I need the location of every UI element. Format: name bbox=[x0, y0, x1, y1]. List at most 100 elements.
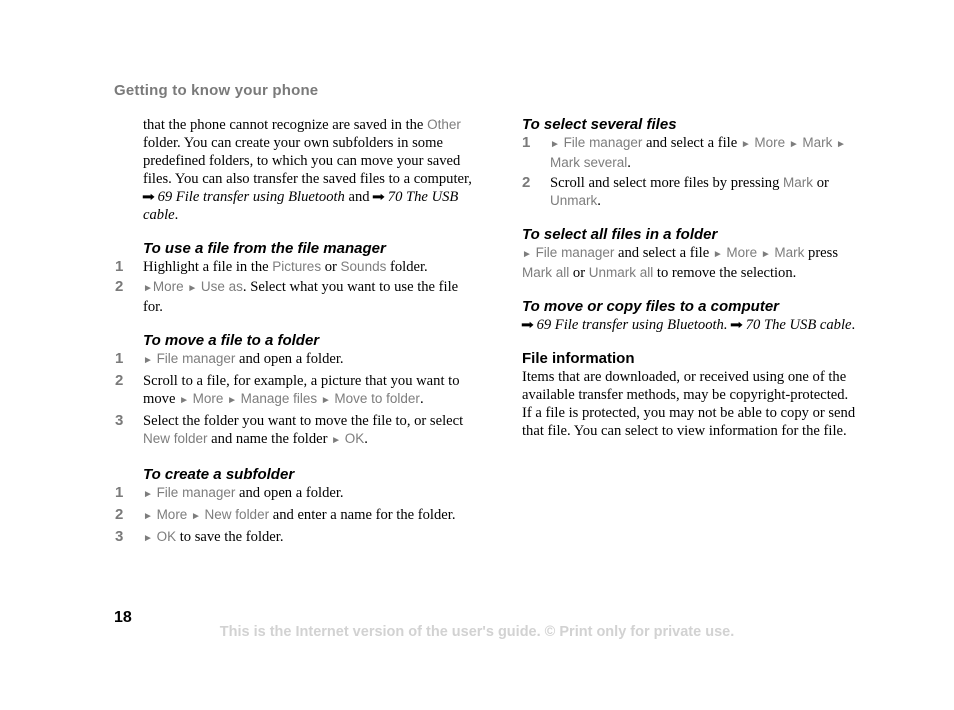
menu-term: File manager bbox=[535, 245, 615, 260]
text: or bbox=[569, 265, 589, 281]
intro-paragraph: that the phone cannot recognize are save… bbox=[141, 116, 478, 224]
menu-term: File manager bbox=[156, 485, 236, 500]
triangle-right-icon: ► bbox=[143, 283, 153, 294]
section-title: To move or copy files to a computer bbox=[522, 298, 779, 315]
triangle-right-icon: ► bbox=[227, 395, 237, 406]
menu-term: OK bbox=[156, 529, 177, 544]
menu-term: Move to folder bbox=[334, 391, 420, 406]
triangle-right-icon: ► bbox=[740, 139, 751, 150]
menu-term: Sounds bbox=[340, 259, 387, 274]
section-body: ► File manager and select a file ► More … bbox=[522, 244, 857, 282]
step-item: 1 ► File manager and select a file ► Mor… bbox=[522, 134, 857, 172]
text: or bbox=[813, 175, 829, 191]
menu-term: More bbox=[726, 245, 758, 260]
triangle-right-icon: ► bbox=[190, 511, 201, 522]
menu-term-other: Other bbox=[427, 117, 461, 132]
page-header: Getting to know your phone bbox=[114, 82, 319, 99]
section-body: Items that are downloaded, or received u… bbox=[522, 369, 856, 439]
triangle-right-icon: ► bbox=[788, 139, 799, 150]
arrow-right-icon: ➡ bbox=[372, 189, 386, 204]
step-item: 2 ►More ► Use as. Select what you want t… bbox=[115, 278, 478, 316]
triangle-right-icon: ► bbox=[836, 139, 846, 150]
triangle-right-icon: ► bbox=[143, 533, 153, 544]
step-number: 3 bbox=[115, 412, 124, 429]
menu-term: More bbox=[754, 135, 786, 150]
menu-term: File manager bbox=[563, 135, 643, 150]
step-item: 1 Highlight a file in the Pictures or So… bbox=[115, 258, 478, 276]
section-file-information: File information Items that are download… bbox=[522, 350, 857, 440]
text: Scroll and select more files by pressing bbox=[550, 175, 784, 191]
text: and select a file bbox=[614, 245, 713, 261]
step-item: 1 ► File manager and open a folder. bbox=[115, 350, 478, 370]
menu-term: Unmark all bbox=[588, 265, 654, 280]
text: Highlight a file in the bbox=[143, 259, 273, 275]
text: to save the folder. bbox=[176, 529, 284, 545]
cross-reference-link[interactable]: 70 The USB cable bbox=[746, 317, 852, 333]
arrow-right-icon: ➡ bbox=[730, 317, 744, 332]
intro-text: and bbox=[344, 189, 374, 205]
triangle-right-icon: ► bbox=[143, 355, 153, 366]
triangle-right-icon: ► bbox=[712, 249, 723, 260]
step-number: 2 bbox=[115, 506, 124, 523]
text: . bbox=[627, 155, 631, 171]
section-title: To select all files in a folder bbox=[522, 226, 718, 243]
text: and open a folder. bbox=[235, 485, 344, 501]
section-title: File information bbox=[522, 350, 635, 367]
menu-term: Mark bbox=[774, 245, 805, 260]
cross-reference-link[interactable]: 69 File transfer using Bluetooth. bbox=[537, 317, 728, 333]
menu-term: New folder bbox=[143, 431, 208, 446]
text: and open a folder. bbox=[235, 351, 344, 367]
step-item: 3 ► OK to save the folder. bbox=[115, 528, 478, 548]
menu-term: Unmark bbox=[550, 193, 598, 208]
step-number: 2 bbox=[522, 174, 531, 191]
menu-term: More bbox=[156, 507, 188, 522]
step-text: ► More ► New folder and enter a name for… bbox=[143, 506, 455, 526]
triangle-right-icon: ► bbox=[550, 139, 560, 150]
step-number: 2 bbox=[115, 278, 124, 295]
step-number: 2 bbox=[115, 372, 124, 389]
triangle-right-icon: ► bbox=[187, 283, 198, 294]
text: to remove the selection. bbox=[653, 265, 797, 281]
intro-text: . bbox=[174, 207, 179, 223]
cross-reference-link[interactable]: 69 File transfer using Bluetooth bbox=[158, 189, 345, 205]
step-item: 3 Select the folder you want to move the… bbox=[115, 412, 478, 450]
text: Select the folder you want to move the f… bbox=[143, 413, 464, 429]
triangle-right-icon: ► bbox=[143, 511, 153, 522]
section-use-file: To use a file from the file manager 1 Hi… bbox=[115, 240, 478, 316]
menu-term: More bbox=[192, 391, 224, 406]
step-item: 2 ► More ► New folder and enter a name f… bbox=[115, 506, 478, 526]
text: . bbox=[597, 193, 601, 209]
text: and enter a name for the folder. bbox=[269, 507, 456, 523]
menu-term: File manager bbox=[156, 351, 236, 366]
menu-term: More bbox=[152, 279, 184, 294]
step-text: Scroll to a file, for example, a picture… bbox=[143, 372, 478, 410]
section-subfolder: To create a subfolder 1 ► File manager a… bbox=[115, 466, 478, 548]
text: or bbox=[321, 259, 341, 275]
arrow-right-icon: ➡ bbox=[520, 317, 534, 332]
text: folder. bbox=[386, 259, 428, 275]
step-text: Select the folder you want to move the f… bbox=[143, 412, 478, 450]
triangle-right-icon: ► bbox=[760, 249, 771, 260]
step-item: 2 Scroll to a file, for example, a pictu… bbox=[115, 372, 478, 410]
triangle-right-icon: ► bbox=[143, 489, 153, 500]
menu-term: Pictures bbox=[272, 259, 322, 274]
text: and name the folder bbox=[207, 431, 332, 447]
triangle-right-icon: ► bbox=[522, 249, 532, 260]
text: . bbox=[419, 391, 424, 407]
menu-term: Mark several bbox=[550, 155, 628, 170]
section-title: To move a file to a folder bbox=[143, 332, 320, 349]
arrow-right-icon: ➡ bbox=[141, 189, 155, 204]
step-item: 1 ► File manager and open a folder. bbox=[115, 484, 478, 504]
step-number: 3 bbox=[115, 528, 124, 545]
section-select-several: To select several files 1 ► File manager… bbox=[522, 116, 857, 210]
triangle-right-icon: ► bbox=[179, 395, 189, 406]
step-number: 1 bbox=[115, 258, 124, 275]
menu-term: Manage files bbox=[240, 391, 318, 406]
section-title: To select several files bbox=[522, 116, 677, 133]
menu-term: OK bbox=[344, 431, 365, 446]
intro-text: that the phone cannot recognize are save… bbox=[143, 117, 424, 133]
right-column: To select several files 1 ► File manager… bbox=[520, 116, 857, 440]
menu-term: Mark bbox=[802, 135, 833, 150]
step-text: ► File manager and open a folder. bbox=[143, 484, 344, 504]
menu-term: Mark all bbox=[522, 265, 570, 280]
